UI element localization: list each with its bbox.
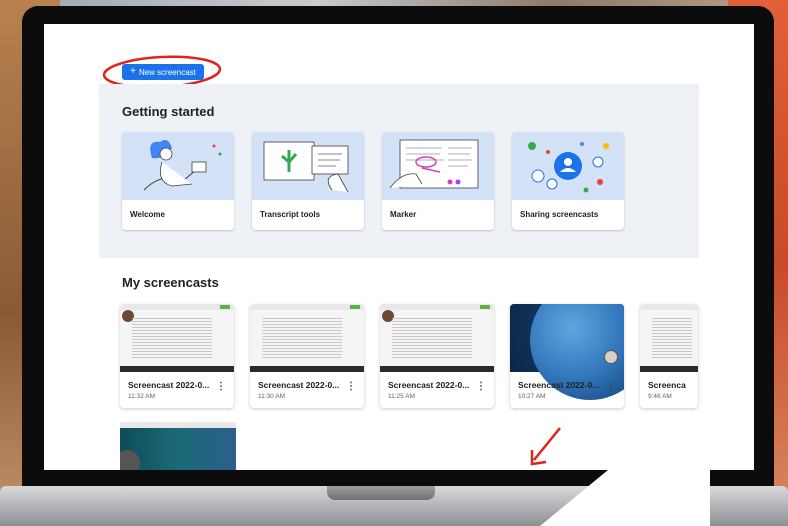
screencast-thumbnail [120,304,234,372]
screencast-thumbnail [250,304,364,372]
screencast-card[interactable]: Screencast 2022-0... 11:25 AM ⋮ [380,304,494,408]
screencast-title: Screencast 2022-0... [128,380,210,390]
screencast-time: 10:27 AM [518,393,546,400]
screencast-thumbnail [640,304,698,372]
my-screencasts-title: My screencasts [122,275,219,290]
screencast-thumbnail [510,304,624,400]
screencast-title: Screencast 2022-0... [388,380,470,390]
more-options-icon[interactable]: ⋮ [606,382,616,392]
red-arrow-annotation [530,427,561,466]
marker-illustration-icon [382,132,494,200]
sharing-illustration-icon [512,132,624,200]
card-welcome[interactable]: Welcome [122,132,234,230]
screencast-title: Screenca [648,380,686,390]
screencast-time: 11:32 AM [128,393,155,400]
card-label: Sharing screencasts [520,210,599,219]
card-marker[interactable]: Marker [382,132,494,230]
screencast-card[interactable]: Screenca 9:46 AM [640,304,698,408]
card-transcript-tools[interactable]: Transcript tools [252,132,364,230]
more-options-icon[interactable]: ⋮ [346,382,356,392]
card-label: Marker [390,210,417,219]
screencast-card[interactable]: Screencast 2022-0... 11:30 AM ⋮ [250,304,364,408]
screencast-title: Screencast 2022-0... [518,380,600,390]
screencast-time: 11:25 AM [388,393,415,400]
screencast-card[interactable]: Screencast 2022-0... 10:27 AM ⋮ [510,304,624,408]
transcript-illustration-icon [252,132,364,200]
more-options-icon[interactable]: ⋮ [216,382,226,392]
more-options-icon[interactable]: ⋮ [476,382,486,392]
getting-started-title: Getting started [122,104,215,119]
screencast-title: Screencast 2022-0... [258,380,340,390]
card-sharing-screencasts[interactable]: Sharing screencasts [512,132,624,230]
new-screencast-label: New screencast [138,67,196,77]
laptop-screen: + New screencast Getting started Welcome [44,24,754,470]
screencast-card[interactable]: Screencast 2022-0... 11:32 AM ⋮ [120,304,234,408]
new-screencast-button[interactable]: + New screencast [122,64,204,80]
screencast-time: 11:30 AM [258,393,285,400]
screencast-thumbnail [380,304,494,372]
card-label: Transcript tools [260,210,321,219]
screencast-thumbnail-partial[interactable] [120,422,236,470]
card-label: Welcome [130,210,165,219]
welcome-illustration-icon [122,132,234,200]
screencast-time: 9:46 AM [648,393,672,400]
avatar [604,350,618,364]
plus-icon: + [130,66,136,77]
laptop-hinge-notch [327,486,435,500]
